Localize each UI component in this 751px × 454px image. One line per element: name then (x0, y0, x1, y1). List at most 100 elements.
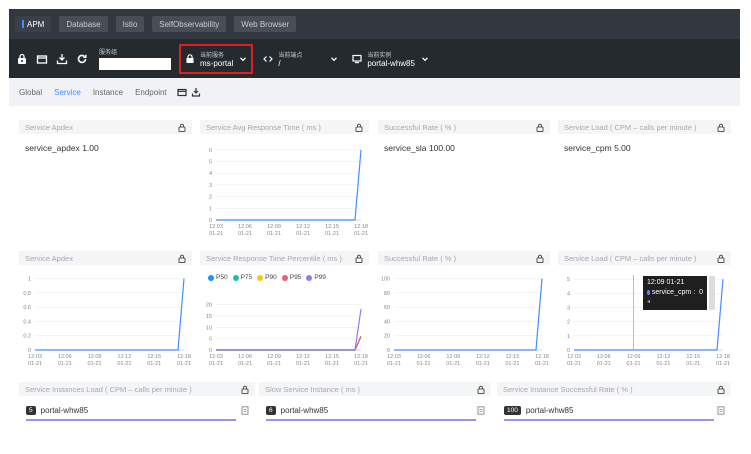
instance-name[interactable]: portal-whw85 (41, 406, 89, 415)
legend-item-p75[interactable]: P75 (232, 274, 252, 281)
count-badge: 100 (504, 406, 521, 415)
lock-icon[interactable] (178, 254, 186, 263)
toolbar: 服务组 当前服务 ms-portal 当前端点 / 当前实例 portal-wh… (9, 39, 740, 78)
lock-icon[interactable] (717, 385, 725, 394)
tooltip-scroll-left[interactable]: ◂ (647, 298, 703, 305)
legend-item-p95[interactable]: P95 (281, 274, 301, 281)
document-icon[interactable] (477, 406, 485, 415)
series-line (216, 309, 362, 351)
lock-icon[interactable] (717, 123, 725, 132)
x-tick-label: 01-21 (354, 231, 368, 237)
tab-endpoint[interactable]: Endpoint (133, 86, 169, 99)
legend-item-p50[interactable]: P50 (208, 274, 228, 281)
lock-icon[interactable] (355, 254, 363, 263)
service-selector[interactable]: 当前服务 ms-portal (179, 43, 254, 74)
service-group-input[interactable] (99, 58, 171, 70)
lock-icon[interactable] (477, 385, 485, 394)
panel-header: Successful Rate ( % ) (378, 120, 550, 134)
x-tick-label: 01-21 (446, 361, 460, 367)
panel-title: Slow Service Instance ( ms ) (265, 384, 361, 394)
instance-selector-label: 当前实例 (367, 52, 392, 59)
list-item[interactable]: 100 portal-whw85 (497, 406, 731, 421)
avg-response-chart: 012345612:0301-2112:0601-2112:0901-2112:… (209, 148, 368, 237)
lock-icon[interactable] (536, 254, 544, 263)
nav-tab-selfobservability[interactable]: SelfObservability (152, 16, 227, 32)
chart-legend: P50 P75 P90 P95 P99 (208, 274, 326, 281)
x-tick-label: 12:06 (58, 354, 72, 360)
folder-icon[interactable] (35, 52, 49, 66)
instance-selector[interactable]: 当前实例 portal-whw85 (348, 44, 433, 74)
tab-service[interactable]: Service (52, 86, 83, 99)
download-icon[interactable] (55, 52, 69, 66)
panel-header: Service Apdex (19, 120, 192, 134)
chevron-down-icon (240, 56, 247, 61)
series-line (394, 278, 543, 351)
x-tick-label: 01-21 (177, 361, 191, 367)
panel-header: Service Instances Load ( CPM – calls per… (19, 382, 255, 396)
nav-tab-istio[interactable]: Istio (115, 16, 145, 32)
x-tick-label: 01-21 (238, 361, 252, 367)
x-tick-label: 12:09 (267, 354, 281, 360)
lock-icon[interactable] (178, 123, 186, 132)
x-tick-label: 12:18 (354, 354, 368, 360)
nav-tab-apm[interactable]: APM (15, 16, 52, 32)
x-tick-label: 12:18 (177, 354, 191, 360)
nav-tab-label: Database (66, 19, 101, 29)
lock-icon[interactable] (355, 123, 363, 132)
lock-icon[interactable] (241, 385, 249, 394)
lock-icon[interactable] (717, 254, 725, 263)
x-tick-label: 01-21 (28, 361, 42, 367)
metric-label: service_cpm (564, 143, 612, 153)
panel-header: Slow Service Instance ( ms ) (259, 382, 491, 396)
panel-apdex-chart: Service Apdex 0 0.2 0.4 0.6 0.8 1 12:03 01-21 12… (19, 251, 192, 372)
lock-icon[interactable] (536, 123, 544, 132)
lock-icon[interactable] (15, 52, 29, 66)
panel-cpm-chart: Service Load ( CPM – calls per minute ) … (558, 251, 731, 372)
x-tick-label: 12:12 (296, 354, 310, 360)
tooltip-value: 0 (699, 289, 703, 296)
tooltip-scrollbar[interactable] (709, 276, 715, 310)
x-tick-label: 12:06 (417, 354, 431, 360)
document-icon[interactable] (241, 406, 249, 415)
folder-icon[interactable] (177, 87, 187, 97)
panel-title: Service Apdex (25, 253, 73, 263)
list-item[interactable]: 6 portal-whw85 (259, 406, 491, 421)
endpoint-selector[interactable]: 当前端点 / (259, 44, 342, 74)
legend-item-p90[interactable]: P90 (257, 274, 277, 281)
panel-title: Service Load ( CPM – calls per minute ) (564, 122, 697, 132)
metric-value: service_cpm 5.00 (564, 143, 731, 153)
y-tick-label: 4 (209, 171, 212, 177)
legend-dot (257, 274, 264, 281)
legend-dot (306, 274, 313, 281)
y-tick-label: 0.4 (23, 319, 31, 325)
monitor-icon (352, 54, 362, 63)
y-tick-label: 3 (209, 183, 212, 189)
list-item[interactable]: 5 portal-whw85 (19, 406, 255, 421)
x-tick-label: 12:15 (325, 354, 339, 360)
download-icon[interactable] (191, 87, 201, 97)
panel-title: Service Load ( CPM – calls per minute ) (564, 253, 697, 263)
x-tick-label: 01-21 (656, 361, 670, 367)
instance-name[interactable]: portal-whw85 (526, 406, 574, 415)
x-tick-label: 12:03 (209, 224, 223, 230)
x-tick-label: 01-21 (267, 231, 281, 237)
tab-instance[interactable]: Instance (91, 86, 125, 99)
nav-tab-web-browser[interactable]: Web Browser (234, 16, 297, 32)
legend-item-p99[interactable]: P99 (306, 274, 326, 281)
y-tick-label: 15 (206, 314, 212, 320)
x-tick-label: 01-21 (147, 361, 161, 367)
refresh-icon[interactable] (75, 52, 89, 66)
x-tick-label: 12:09 (627, 354, 641, 360)
list-row: 6 portal-whw85 (266, 406, 485, 415)
instance-name[interactable]: portal-whw85 (281, 406, 329, 415)
nav-tab-database[interactable]: Database (59, 16, 108, 32)
x-tick-label: 12:18 (354, 224, 368, 230)
x-tick-label: 01-21 (296, 361, 310, 367)
x-tick-label: 01-21 (354, 361, 368, 367)
top-nav: APM Database Istio SelfObservability Web… (9, 9, 740, 39)
document-icon[interactable] (717, 406, 725, 415)
y-tick-label: 1 (209, 206, 212, 212)
tab-global[interactable]: Global (17, 86, 44, 99)
y-tick-label: 5 (567, 277, 570, 283)
sla-chart: 02040608010012:0301-2112:0601-2112:0901-… (381, 277, 549, 367)
